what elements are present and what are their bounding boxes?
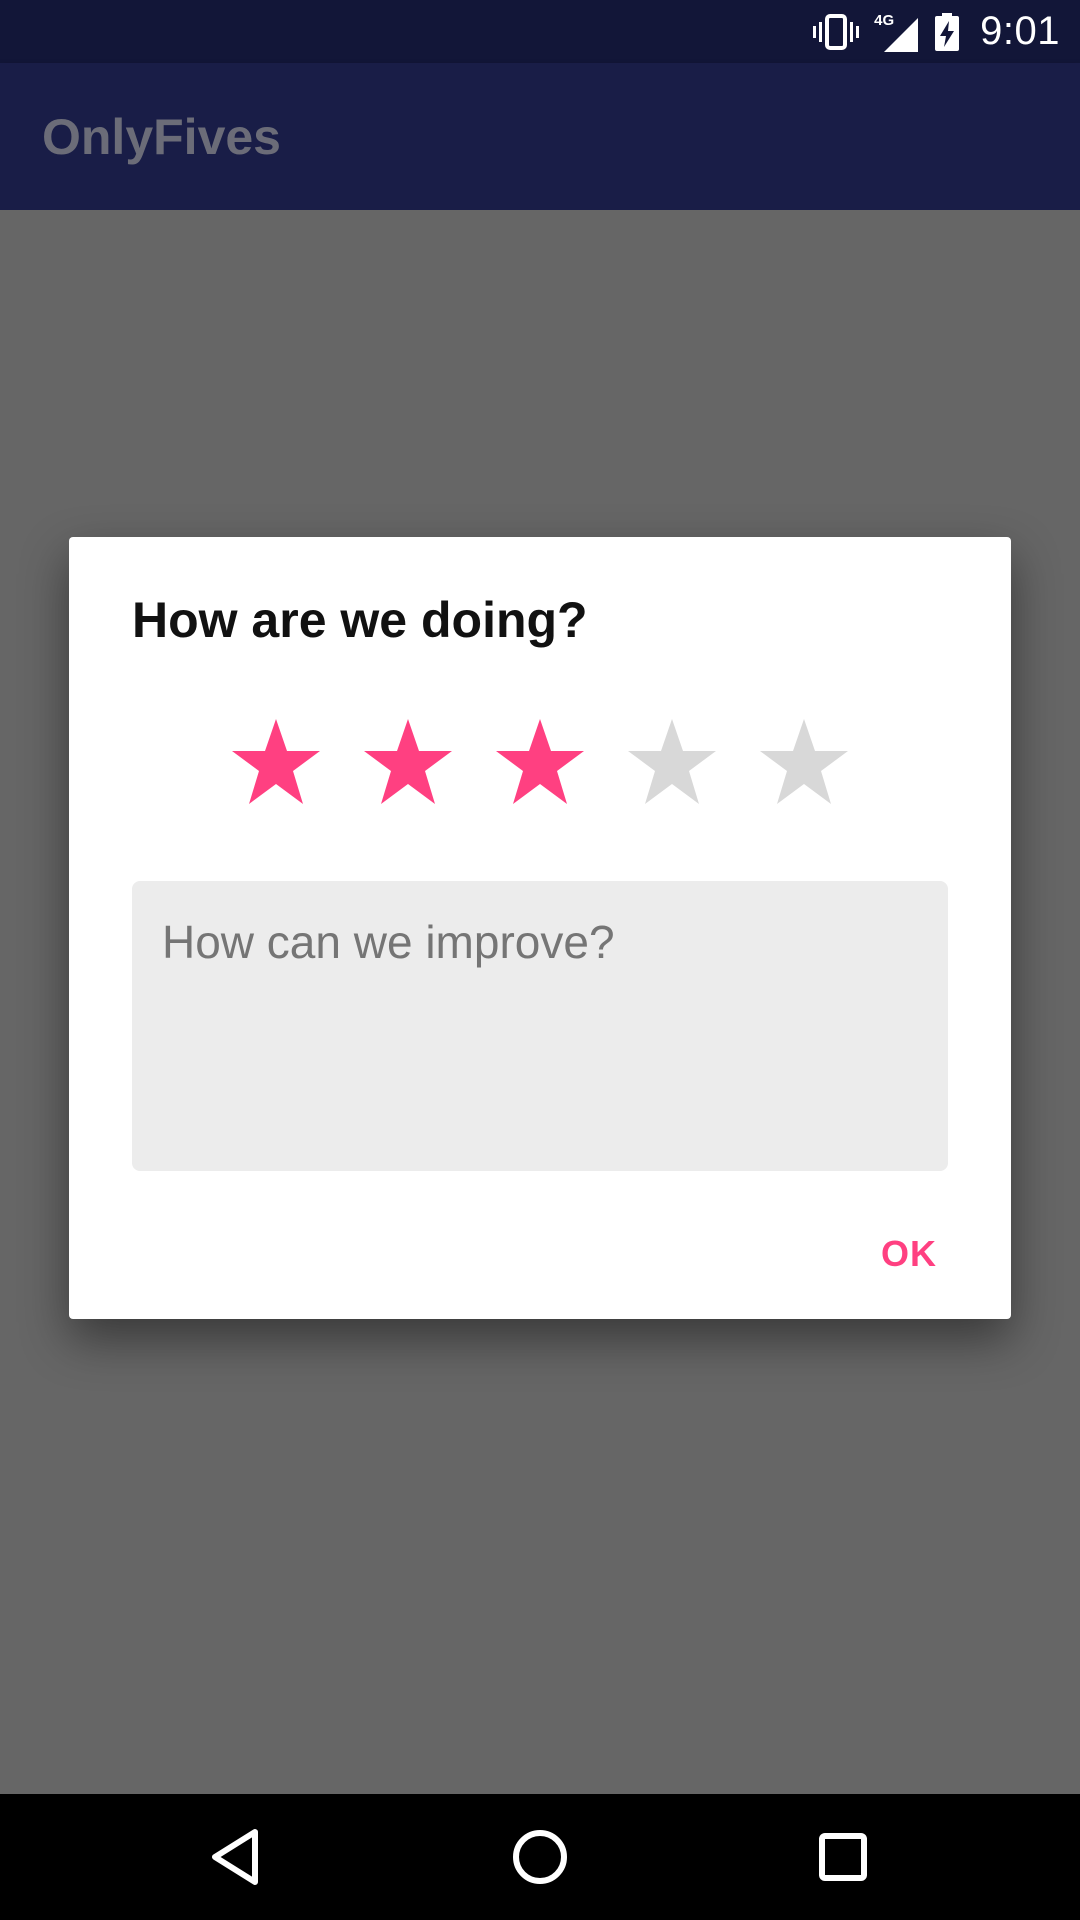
dialog-title: How are we doing? [132,592,588,648]
battery-charging-icon [934,12,960,52]
back-icon[interactable] [203,1824,269,1890]
star-icon[interactable] [627,717,717,807]
star-icon[interactable] [495,717,585,807]
star-icon[interactable] [759,717,849,807]
status-time: 9:01 [980,9,1060,53]
status-icons: 4G 9:01 [812,0,1060,63]
star-rating-bar[interactable] [69,717,1011,811]
app-bar: OnlyFives [0,63,1080,210]
feedback-input[interactable] [132,881,948,1171]
star-icon[interactable] [363,717,453,807]
ok-button[interactable]: OK [867,1223,951,1285]
network-type-label: 4G [874,11,895,29]
app-title: OnlyFives [42,109,281,165]
navigation-bar [0,1794,1080,1920]
vibrate-icon [812,12,860,52]
recents-icon[interactable] [810,1824,876,1890]
star-icon[interactable] [231,717,321,807]
status-bar: 4G 9:01 [0,0,1080,63]
rating-dialog: How are we doing? OK [69,537,1011,1319]
signal-icon: 4G [874,10,920,54]
home-icon[interactable] [507,1824,573,1890]
